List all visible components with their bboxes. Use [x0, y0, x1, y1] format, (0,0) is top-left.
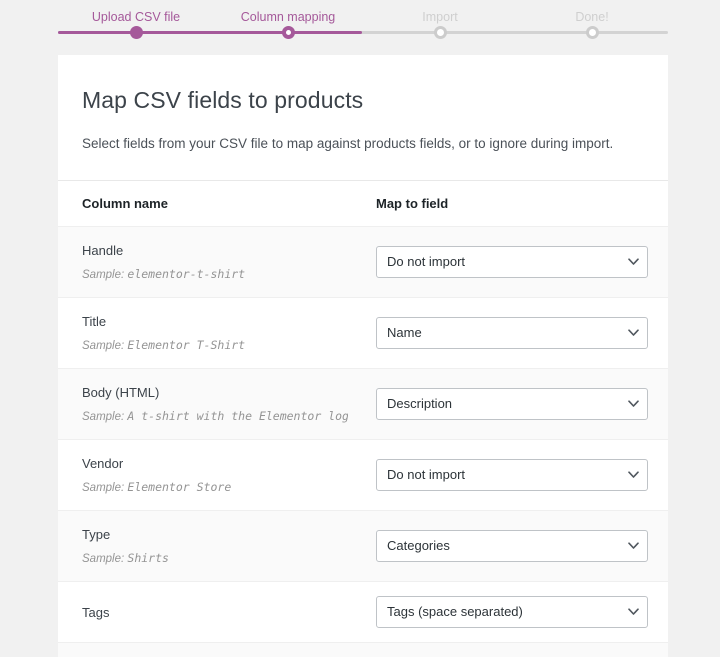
- header-column-name: Column name: [58, 181, 358, 227]
- stepper-step-3: Import: [370, 0, 510, 26]
- map-to-field-cell: Do not import: [358, 227, 668, 298]
- csv-column-name: Type: [82, 525, 348, 544]
- map-to-field-cell: Do not import: [358, 440, 668, 511]
- map-field-select-wrapper: Do not import: [376, 246, 648, 278]
- csv-column-sample: Sample: Elementor Store: [82, 479, 348, 496]
- table-row: Handle Sample: elementor-t-shirt Do not im…: [58, 227, 668, 298]
- stepper-step-2[interactable]: Column mapping: [218, 0, 358, 26]
- table-row: Vendor Sample: Elementor Store Do not impo…: [58, 440, 668, 511]
- map-field-select-wrapper: Tags (space separated): [376, 596, 648, 628]
- csv-column-name: Tags: [82, 603, 348, 622]
- stepper-step-dot: [586, 26, 599, 39]
- map-to-field-cell: Categories: [358, 511, 668, 582]
- card-header: Map CSV fields to products Select fields…: [58, 55, 668, 180]
- csv-column-cell: Title Sample: Elementor T-Shirt: [58, 298, 358, 369]
- table-header: Column name Map to field: [58, 181, 668, 227]
- page-subtitle: Select fields from your CSV file to map …: [82, 134, 644, 154]
- map-field-select-wrapper: Description: [376, 388, 648, 420]
- stepper-step-label: Column mapping: [218, 0, 358, 26]
- table-row: Type Sample: Shirts Categories: [58, 511, 668, 582]
- map-field-select-wrapper: Categories: [376, 530, 648, 562]
- csv-column-cell: Handle Sample: elementor-t-shirt: [58, 227, 358, 298]
- sample-label: Sample:: [82, 553, 127, 565]
- map-field-select[interactable]: Tags (space separated): [376, 596, 648, 628]
- sample-value: Elementor Store: [127, 480, 231, 494]
- map-field-select-wrapper: Do not import: [376, 459, 648, 491]
- field-mapping-table: Column name Map to field Handle Sample: e…: [58, 180, 668, 657]
- map-to-field-cell: Name: [358, 298, 668, 369]
- csv-column-name: Body (HTML): [82, 383, 348, 402]
- map-field-select[interactable]: Description: [376, 388, 648, 420]
- table-body: Handle Sample: elementor-t-shirt Do not im…: [58, 227, 668, 657]
- stepper-step-1[interactable]: Upload CSV file: [66, 0, 206, 26]
- stepper-step-label: Done!: [522, 0, 662, 26]
- sample-value: Shirts: [127, 551, 169, 565]
- csv-column-name: Title: [82, 312, 348, 331]
- csv-column-sample: Sample: elementor-t-shirt: [82, 266, 348, 283]
- stepper-step-label: Import: [370, 0, 510, 26]
- map-field-select-wrapper: Name: [376, 317, 648, 349]
- map-field-select[interactable]: Name: [376, 317, 648, 349]
- stepper-progress: [58, 31, 362, 34]
- import-wizard-stepper: Upload CSV file Column mapping Import Done!: [0, 0, 720, 55]
- sample-label: Sample:: [82, 482, 127, 494]
- map-field-select[interactable]: Do not import: [376, 246, 648, 278]
- sample-value: A t-shirt with the Elementor logo.: [127, 409, 348, 423]
- csv-column-name: Handle: [82, 241, 348, 260]
- page-title: Map CSV fields to products: [82, 85, 644, 115]
- csv-column-sample: Sample: A t-shirt with the Elementor log…: [82, 408, 348, 425]
- sample-label: Sample:: [82, 411, 127, 423]
- csv-column-cell: Vendor Sample: Elementor Store: [58, 440, 358, 511]
- table-row: Body (HTML) Sample: A t-shirt with the El…: [58, 369, 668, 440]
- stepper-step-dot: [434, 26, 447, 39]
- map-to-field-cell: Published: [358, 643, 668, 657]
- map-field-select[interactable]: Do not import: [376, 459, 648, 491]
- map-field-select[interactable]: Categories: [376, 530, 648, 562]
- stepper-step-dot: [130, 26, 143, 39]
- sample-value: elementor-t-shirt: [127, 267, 245, 281]
- sample-label: Sample:: [82, 269, 127, 281]
- map-to-field-cell: Tags (space separated): [358, 582, 668, 643]
- csv-column-cell: Tags: [58, 582, 358, 643]
- column-mapping-card: Map CSV fields to products Select fields…: [58, 55, 668, 657]
- stepper-step-4: Done!: [522, 0, 662, 26]
- csv-column-sample: Sample: Shirts: [82, 550, 348, 567]
- table-row: PublishedSample: truePublished: [58, 643, 668, 657]
- csv-column-sample: Sample: Elementor T-Shirt: [82, 337, 348, 354]
- map-to-field-cell: Description: [358, 369, 668, 440]
- csv-column-cell: Body (HTML) Sample: A t-shirt with the El…: [58, 369, 358, 440]
- sample-label: Sample:: [82, 340, 127, 352]
- stepper-step-dot: [282, 26, 295, 39]
- csv-column-cell: Type Sample: Shirts: [58, 511, 358, 582]
- stepper-step-label: Upload CSV file: [66, 0, 206, 26]
- table-row: Title Sample: Elementor T-Shirt Name: [58, 298, 668, 369]
- header-map-to-field: Map to field: [358, 181, 668, 227]
- table-row: Tags Tags (space separated): [58, 582, 668, 643]
- table-header-row: Column name Map to field: [58, 181, 668, 227]
- csv-column-cell: PublishedSample: true: [58, 643, 358, 657]
- sample-value: Elementor T-Shirt: [127, 338, 245, 352]
- csv-column-name: Vendor: [82, 454, 348, 473]
